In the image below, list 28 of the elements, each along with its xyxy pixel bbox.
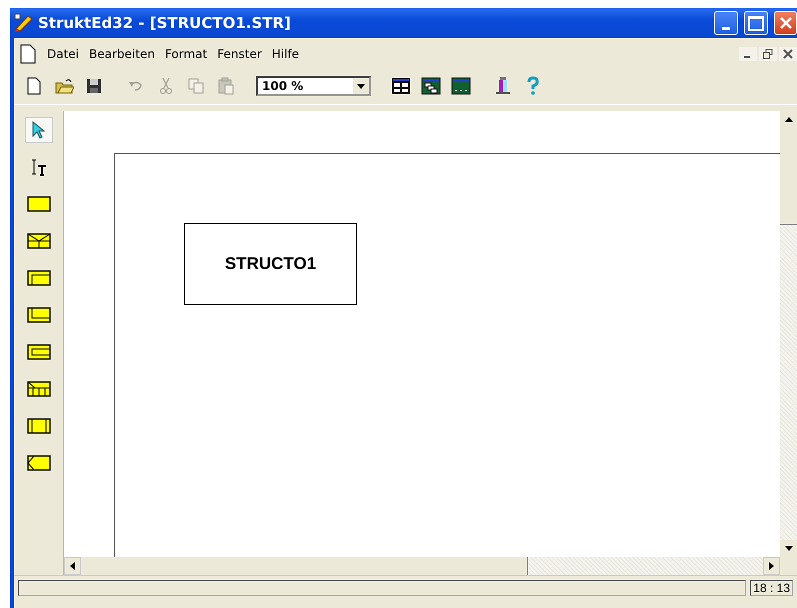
menu-item[interactable]: Format — [160, 47, 212, 61]
diagram-title: STRUCTO1 — [224, 254, 316, 274]
close-button[interactable] — [774, 11, 797, 35]
menu-item[interactable]: Hilfe — [266, 47, 304, 61]
scroll-up-icon[interactable] — [784, 117, 792, 122]
minimize-button[interactable] — [714, 11, 738, 35]
scroll-down-icon[interactable] — [784, 546, 792, 551]
maximize-button[interactable] — [744, 11, 768, 35]
vertical-scrollbar[interactable] — [780, 111, 797, 557]
status-time: 18 : 13 — [750, 580, 793, 596]
window-title: StruktEd32 - [STRUCTO1.STR] — [38, 14, 291, 32]
close-icon[interactable] — [779, 47, 797, 61]
menu-item[interactable]: Bearbeiten — [84, 47, 160, 61]
scroll-thumb[interactable] — [81, 557, 528, 575]
scroll-thumb[interactable] — [780, 128, 797, 225]
pencil-icon — [14, 13, 34, 33]
horizontal-scrollbar[interactable] — [64, 557, 780, 575]
zoom-dropdown[interactable]: 100 % — [256, 76, 371, 96]
close-icon[interactable] — [778, 16, 792, 30]
dropdown-arrow-icon[interactable] — [357, 84, 365, 88]
scroll-right-icon[interactable] — [769, 562, 774, 570]
document-icon — [20, 44, 36, 64]
menu-item[interactable]: Datei — [42, 47, 84, 61]
minimize-icon[interactable] — [739, 47, 757, 61]
pointer-icon[interactable] — [24, 117, 52, 143]
scroll-left-icon[interactable] — [70, 562, 75, 570]
restore-icon[interactable] — [759, 47, 777, 61]
menu-item[interactable]: Fenster — [212, 47, 267, 61]
